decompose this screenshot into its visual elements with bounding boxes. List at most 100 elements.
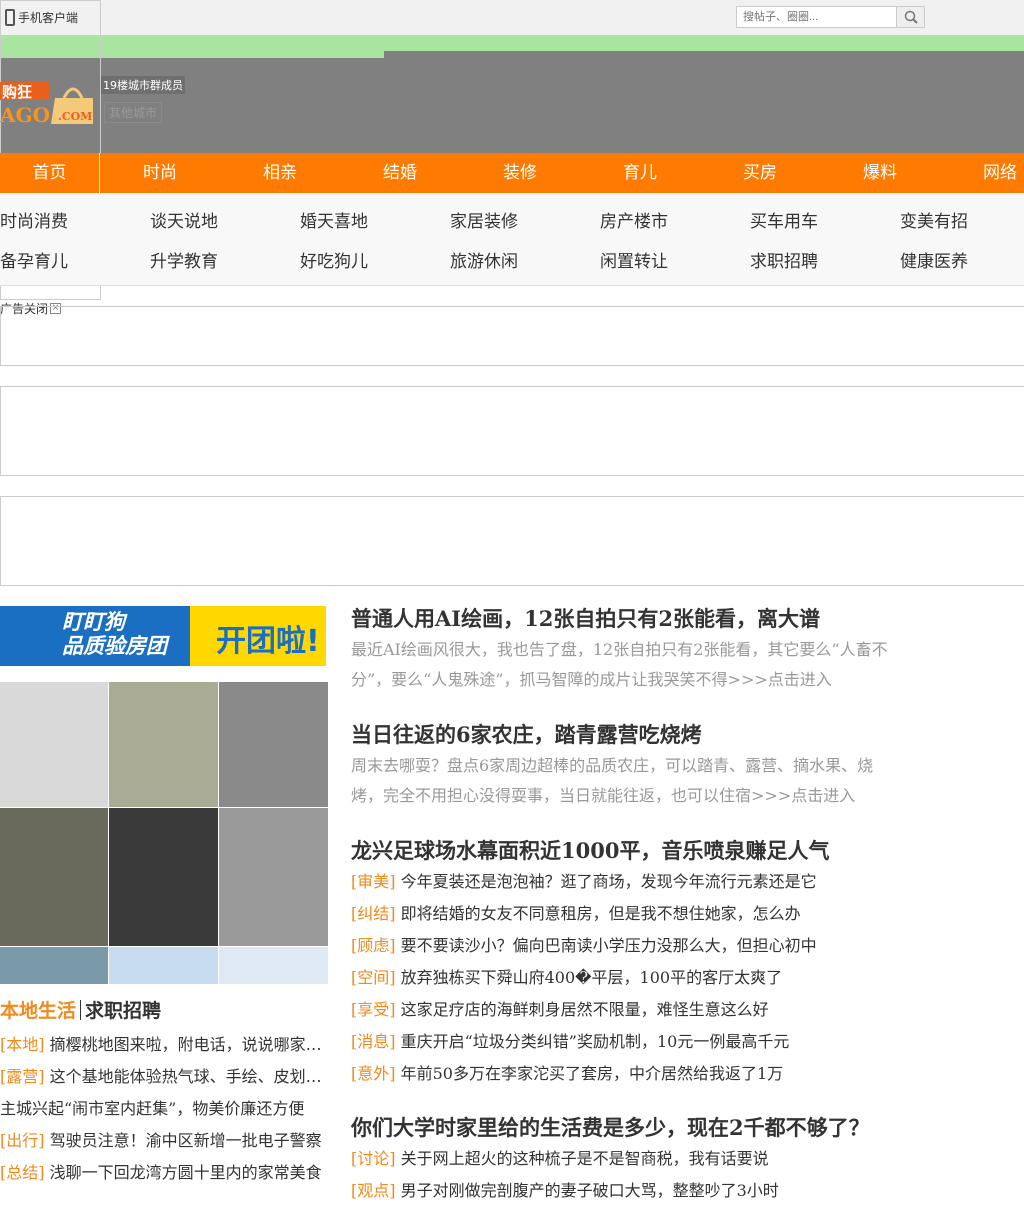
photo[interactable] <box>219 682 328 807</box>
item-tag: [顾虑] <box>351 936 396 955</box>
item-tag: [审美] <box>351 872 396 891</box>
subnav-item[interactable]: 好吃狗儿 <box>300 247 450 272</box>
photo[interactable] <box>219 808 328 946</box>
list-item[interactable]: [审美] 今年夏装还是泡泡袖？逛了商场，发现今年流行元素还是它 <box>351 869 896 901</box>
ad-slot <box>0 386 1024 476</box>
item-text: 这个基地能体验热气球、手绘、皮划艇等项目 <box>49 1067 326 1086</box>
phone-icon <box>5 9 15 26</box>
subnav-item[interactable]: 家居装修 <box>450 207 600 232</box>
subnav-item[interactable]: 时尚消费 <box>0 207 150 232</box>
item-tag: [露营] <box>0 1067 45 1086</box>
item-text: 驾驶员注意！渝中区新增一批电子警察 <box>49 1131 322 1150</box>
list-item[interactable]: [讨论] 关于网上超火的这种梳子是不是智商税，我有话要说 <box>351 1146 896 1178</box>
article: 普通人用AI绘画，12张自拍只有2张能看，离大谱 最近AI绘画风很大，我也告了盘… <box>351 605 896 695</box>
search-button[interactable] <box>896 7 924 27</box>
subnav-item[interactable]: 变美有招 <box>900 207 1024 232</box>
photo[interactable] <box>219 947 328 984</box>
subnav-item[interactable]: 升学教育 <box>150 247 300 272</box>
item-text: 男子对刚做完剖腹产的妻子破口大骂，整整吵了3小时 <box>400 1181 779 1200</box>
subnav-item[interactable]: 求职招聘 <box>750 247 900 272</box>
article-title[interactable]: 当日往返的6家农庄，踏青露营吃烧烤 <box>351 721 896 749</box>
subnav-item[interactable]: 房产楼市 <box>600 207 750 232</box>
list-item[interactable]: [露营] 这个基地能体验热气球、手绘、皮划艇等项目 <box>0 1064 326 1096</box>
photo[interactable] <box>0 682 108 807</box>
other-city-button[interactable]: 其他城市 <box>104 102 163 123</box>
svg-text:AGO: AGO <box>0 103 50 126</box>
item-text: 今年夏装还是泡泡袖？逛了商场，发现今年流行元素还是它 <box>400 872 817 891</box>
item-text: 关于网上超火的这种梳子是不是智商税，我有话要说 <box>400 1149 769 1168</box>
subnav-item[interactable]: 谈天说地 <box>150 207 300 232</box>
subnav-item[interactable]: 健康医养 <box>900 247 1024 272</box>
nav-dating[interactable]: 相亲 <box>220 153 340 193</box>
svg-text:购狂: 购狂 <box>2 83 32 101</box>
photo[interactable] <box>109 808 218 946</box>
list-item[interactable]: [观点] 男子对刚做完剖腹产的妻子破口大骂，整整吵了3小时 <box>351 1178 896 1210</box>
photo[interactable] <box>0 808 108 946</box>
main-nav: 首页 时尚 相亲 结婚 装修 育儿 买房 爆料 网络 <box>0 153 1024 193</box>
left-tabs: 本地生活 求职招聘 <box>0 996 161 1023</box>
item-tag: [讨论] <box>351 1149 396 1168</box>
list-item[interactable]: 主城兴起“闹市室内赶集”，物美价廉还方便 <box>0 1096 326 1128</box>
item-tag: [本地] <box>0 1035 45 1054</box>
nav-news[interactable]: 爆料 <box>820 153 940 193</box>
list-item[interactable]: [享受] 这家足疗店的海鲜刺身居然不限量，难怪生意这么好 <box>351 997 896 1029</box>
nav-wedding[interactable]: 结婚 <box>340 153 460 193</box>
item-text: 即将结婚的女友不同意租房，但是我不想住她家，怎么办 <box>400 904 801 923</box>
list-item[interactable]: [顾虑] 要不要读沙小？偏向巴南读小学压力没那么大，但担心初中 <box>351 933 896 965</box>
item-tag: [意外] <box>351 1064 396 1083</box>
site-logo[interactable]: 购狂 AGO .COM <box>0 78 98 126</box>
banner-cta: 开团啦! <box>216 624 320 659</box>
article-list: [审美] 今年夏装还是泡泡袖？逛了商场，发现今年流行元素还是它 [纠结] 即将结… <box>351 869 896 1093</box>
search-icon <box>904 10 918 24</box>
read-more-link[interactable]: >>>点击进入 <box>728 670 832 689</box>
tab-jobs[interactable]: 求职招聘 <box>85 1000 161 1022</box>
list-item[interactable]: [本地] 摘樱桃地图来啦，附电话，说说哪家樱桃最好吃 <box>0 1032 326 1064</box>
banner-text: 盯盯狗 品质验房团 <box>0 606 190 666</box>
list-item[interactable]: [出行] 驾驶员注意！渝中区新增一批电子警察 <box>0 1128 326 1160</box>
list-item[interactable]: [消息] 重庆开启“垃圾分类纠错”奖励机制，10元一例最高千元 <box>351 1029 896 1061</box>
item-text: 放弃独栋买下舜山府400�平层，100平的客厅太爽了 <box>400 968 783 987</box>
promo-banner[interactable]: 盯盯狗 品质验房团 开团啦! <box>0 606 326 666</box>
nav-home[interactable]: 首页 <box>0 153 100 193</box>
list-item[interactable]: [空间] 放弃独栋买下舜山府400�平层，100平的客厅太爽了 <box>351 965 896 997</box>
ad-slot <box>0 306 1024 366</box>
article: 你们大学时家里给的生活费是多少，现在2千都不够了？ [讨论] 关于网上超火的这种… <box>351 1114 896 1210</box>
read-more-link[interactable]: >>>点击进入 <box>751 786 855 805</box>
item-text: 要不要读沙小？偏向巴南读小学压力没那么大，但担心初中 <box>400 936 817 955</box>
photo-grid[interactable] <box>0 682 328 984</box>
article: 当日往返的6家农庄，踏青露营吃烧烤 周末去哪耍？盘点6家周边超棒的品质农庄，可以… <box>351 721 896 811</box>
nav-fashion[interactable]: 时尚 <box>100 153 220 193</box>
nav-parenting[interactable]: 育儿 <box>580 153 700 193</box>
item-text: 摘樱桃地图来啦，附电话，说说哪家樱桃最好吃 <box>49 1035 326 1054</box>
item-tag: [消息] <box>351 1032 396 1051</box>
article-title[interactable]: 普通人用AI绘画，12张自拍只有2张能看，离大谱 <box>351 605 896 633</box>
article-title[interactable]: 你们大学时家里给的生活费是多少，现在2千都不够了？ <box>351 1114 896 1142</box>
search-input[interactable] <box>737 7 896 27</box>
list-item[interactable]: [总结] 浅聊一下回龙湾方圆十里内的家常美食 <box>0 1160 326 1192</box>
photo[interactable] <box>109 682 218 807</box>
tab-local-life[interactable]: 本地生活 <box>0 1000 76 1022</box>
ad-slot <box>0 496 1024 586</box>
item-tag: [总结] <box>0 1163 45 1182</box>
article: 龙兴足球场水幕面积近1000平，音乐喷泉赚足人气 [审美] 今年夏装还是泡泡袖？… <box>351 837 896 1093</box>
nav-house[interactable]: 买房 <box>700 153 820 193</box>
article-title[interactable]: 龙兴足球场水幕面积近1000平，音乐喷泉赚足人气 <box>351 837 896 865</box>
nav-network[interactable]: 网络 <box>940 153 1024 193</box>
list-item[interactable]: [纠结] 即将结婚的女友不同意租房，但是我不想住她家，怎么办 <box>351 901 896 933</box>
subnav-item[interactable]: 闲置转让 <box>600 247 750 272</box>
city-group-label: 19楼城市群成员 <box>101 76 185 94</box>
item-tag: [享受] <box>351 1000 396 1019</box>
subnav-item[interactable]: 备孕育儿 <box>0 247 150 272</box>
item-text: 浅聊一下回龙湾方圆十里内的家常美食 <box>49 1163 322 1182</box>
subnav-item[interactable]: 买车用车 <box>750 207 900 232</box>
item-text: 年前50多万在李家沱买了套房，中介居然给我返了1万 <box>400 1064 784 1083</box>
article-list: [讨论] 关于网上超火的这种梳子是不是智商税，我有话要说 [观点] 男子对刚做完… <box>351 1146 896 1210</box>
subnav-item[interactable]: 旅游休闲 <box>450 247 600 272</box>
list-item[interactable]: [意外] 年前50多万在李家沱买了套房，中介居然给我返了1万 <box>351 1061 896 1093</box>
nav-decoration[interactable]: 装修 <box>460 153 580 193</box>
item-text: 主城兴起“闹市室内赶集”，物美价廉还方便 <box>0 1099 305 1118</box>
subnav-item[interactable]: 婚天喜地 <box>300 207 450 232</box>
item-text: 重庆开启“垃圾分类纠错”奖励机制，10元一例最高千元 <box>400 1032 790 1051</box>
photo[interactable] <box>109 947 218 984</box>
photo[interactable] <box>0 947 108 984</box>
